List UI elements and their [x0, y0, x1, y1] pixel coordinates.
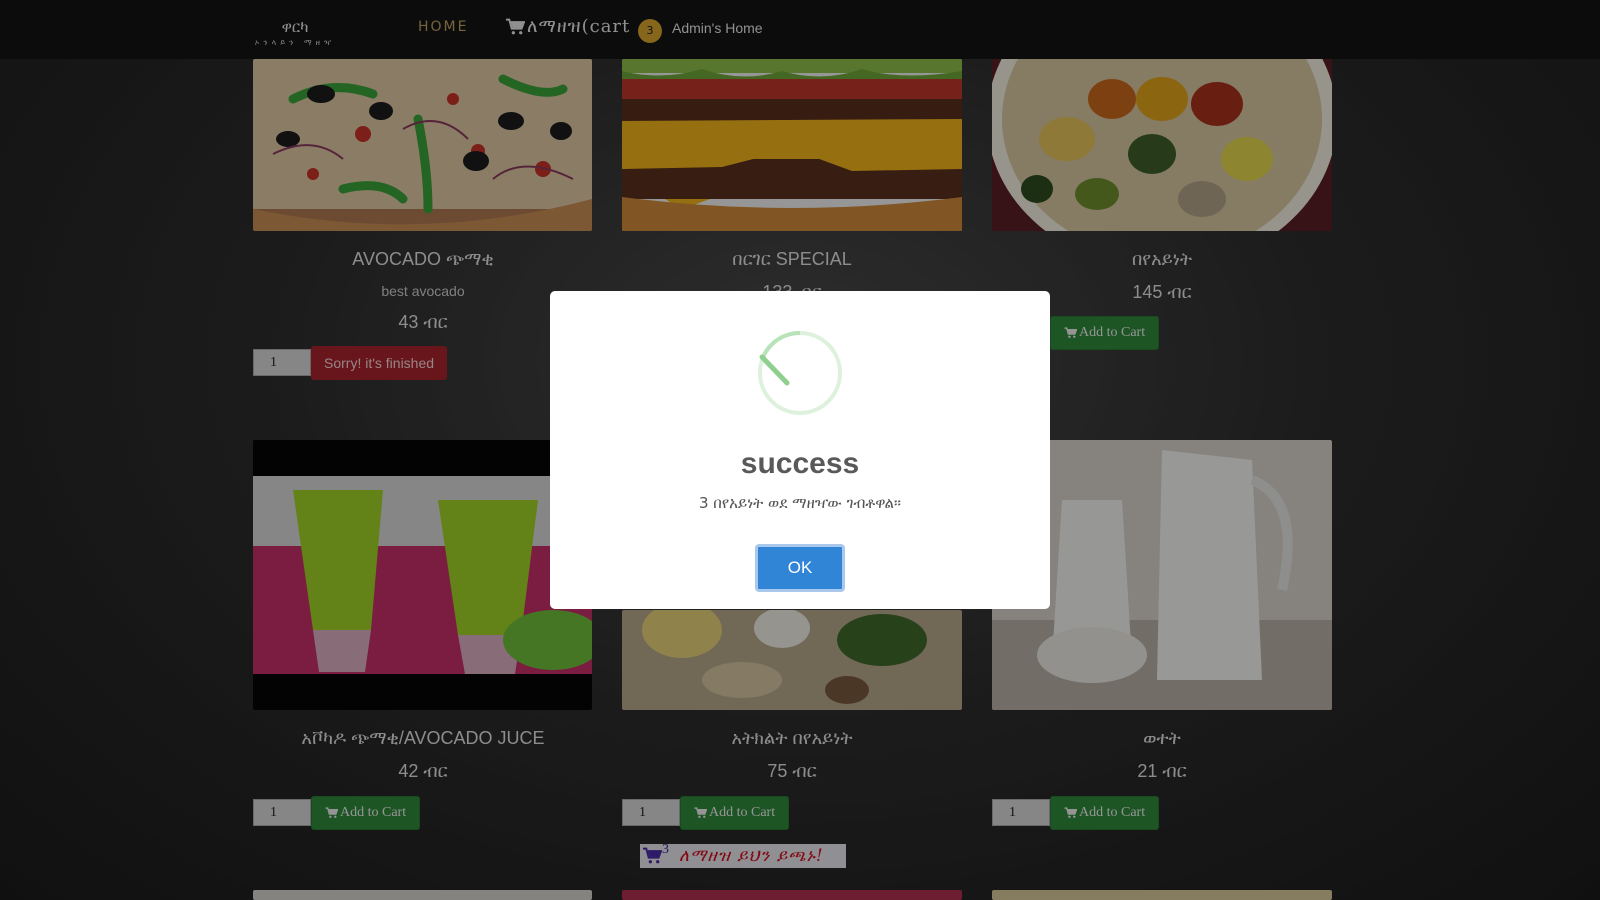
success-dialog: success 3 በየአይነት ወደ ማዘዣው ገብቶዋል። OK — [550, 291, 1050, 609]
dialog-message: 3 በየአይነት ወደ ማዘዣው ገብቶዋል። — [698, 494, 902, 512]
loading-spinner-icon — [758, 330, 842, 415]
dialog-title: success — [740, 447, 860, 480]
ok-button[interactable]: OK — [755, 544, 845, 592]
